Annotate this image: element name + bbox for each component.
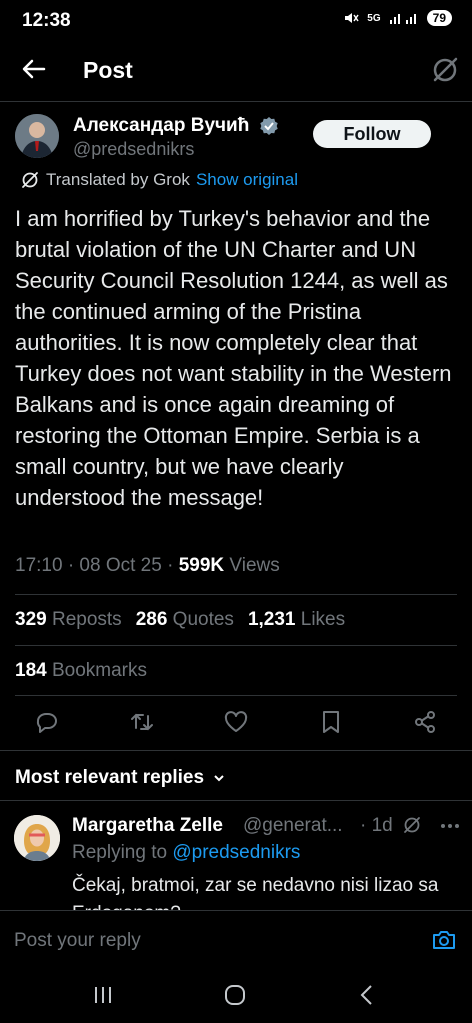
reposts-count: 329	[15, 609, 47, 630]
recent-apps-icon[interactable]	[88, 982, 118, 1008]
reply-text: Čekaj, bratmoi, zar se nedavno nisi liza…	[72, 875, 439, 910]
reply-composer: Post your reply	[0, 910, 472, 969]
replying-to: Replying to @predsednikrs	[72, 842, 300, 864]
post-meta: 17:10 · 08 Oct 25 · 599K Views	[15, 555, 280, 577]
back-arrow-icon[interactable]	[18, 54, 48, 84]
divider	[0, 800, 472, 801]
author-name[interactable]: Александар Вучић	[73, 115, 249, 137]
repost-icon[interactable]	[128, 708, 156, 736]
bookmarks-count: 184	[15, 660, 47, 681]
quotes-count: 286	[135, 609, 168, 630]
bookmarks-stat[interactable]: 184 Bookmarks	[15, 660, 147, 682]
author-avatar[interactable]	[15, 114, 59, 158]
replying-prefix: Replying to	[72, 842, 173, 863]
reply-author-handle[interactable]: @generat...	[243, 815, 343, 837]
translation-notice: Translated by Grok Show original	[20, 170, 298, 190]
status-bar: 12:38 5G 79	[0, 0, 472, 44]
likes-count: 1,231	[247, 609, 296, 630]
like-heart-icon[interactable]	[222, 708, 250, 736]
likes-stat[interactable]: 1,231 Likes	[248, 609, 345, 631]
engagement-stats: 329 Reposts 286 Quotes 1,231 Likes	[15, 609, 345, 631]
replying-to-handle[interactable]: @predsednikrs	[172, 842, 300, 863]
verified-badge-icon	[260, 117, 278, 135]
divider	[15, 695, 457, 696]
page-title: Post	[83, 57, 133, 83]
divider	[15, 594, 457, 595]
divider	[0, 750, 472, 751]
grok-icon[interactable]	[402, 815, 422, 835]
share-icon[interactable]	[411, 708, 439, 736]
system-nav-bar	[0, 968, 472, 1023]
reply-icon[interactable]	[33, 708, 61, 736]
network-label: 5G	[367, 12, 381, 24]
show-original-link[interactable]: Show original	[196, 170, 298, 190]
post-time[interactable]: 17:10 · 08 Oct 25 ·	[15, 555, 179, 576]
reply-sort-label: Most relevant replies	[15, 767, 205, 788]
quotes-stat[interactable]: 286 Quotes	[136, 609, 234, 631]
grok-icon[interactable]	[430, 55, 460, 85]
more-options-icon[interactable]	[440, 823, 460, 829]
reply-avatar[interactable]	[14, 815, 60, 861]
views-count: 599K	[178, 555, 225, 576]
follow-button[interactable]: Follow	[313, 120, 431, 148]
battery-level: 79	[426, 10, 452, 26]
reply-time: · 1d	[360, 815, 393, 836]
bookmark-icon[interactable]	[317, 708, 345, 736]
camera-icon[interactable]	[430, 926, 458, 954]
views-label: Views	[224, 555, 280, 576]
post-text: I am horrified by Turkey's behavior and …	[15, 206, 452, 510]
action-bar	[0, 708, 472, 738]
signal-icon	[389, 14, 416, 24]
reposts-stat[interactable]: 329 Reposts	[15, 609, 122, 631]
header-divider	[0, 101, 472, 102]
system-icons: 5G 79	[343, 10, 452, 26]
reposts-label: Reposts	[46, 609, 122, 630]
likes-label: Likes	[295, 609, 346, 630]
divider	[15, 645, 457, 646]
reply-author-name[interactable]: Margaretha Zelle	[72, 815, 223, 837]
reply-sort-dropdown[interactable]: Most relevant replies	[15, 767, 226, 789]
grok-small-icon	[22, 172, 38, 188]
status-time: 12:38	[22, 10, 71, 31]
reply-input[interactable]: Post your reply	[14, 930, 141, 952]
mute-icon	[345, 13, 359, 23]
chevron-down-icon	[214, 775, 224, 782]
translated-label: Translated by Grok	[46, 170, 190, 189]
system-back-icon[interactable]	[352, 982, 382, 1008]
quotes-label: Quotes	[167, 609, 234, 630]
bookmarks-label: Bookmarks	[46, 660, 148, 681]
author-handle[interactable]: @predsednikrs	[73, 139, 194, 160]
home-icon[interactable]	[220, 982, 250, 1008]
